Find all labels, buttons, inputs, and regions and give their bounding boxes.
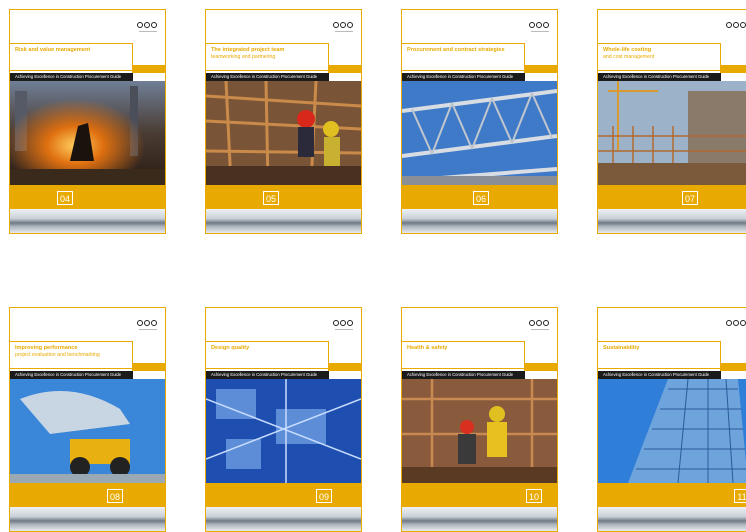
gold-tab	[524, 363, 557, 371]
series-label: Achieving Excellence in Construction Pro…	[10, 371, 133, 379]
series-label: Achieving Excellence in Construction Pro…	[10, 73, 133, 81]
guide-cover-10[interactable]: Health & safety Achieving Excellence in …	[401, 307, 558, 532]
guide-cover-08[interactable]: Improving performance project evaluation…	[9, 307, 166, 532]
cover-subtitle: teamworking and partnering	[211, 53, 276, 60]
title-box: Risk and value management	[10, 43, 133, 71]
gold-band: 05	[206, 185, 361, 209]
guide-cover-07[interactable]: Whole-life costing and cost management A…	[597, 9, 746, 234]
skyline-strip	[10, 209, 165, 233]
title-box: Improving performance project evaluation…	[10, 341, 133, 369]
skyline-strip	[598, 209, 746, 233]
guide-number: 07	[682, 191, 698, 205]
title-box: The integrated project team teamworking …	[206, 43, 329, 71]
gold-tab	[132, 65, 165, 73]
guide-number: 04	[57, 191, 73, 205]
gold-band: 04	[10, 185, 165, 209]
gold-band: 06	[402, 185, 557, 209]
logo-caption	[335, 329, 353, 330]
cover-title: Procurement and contract strategies	[407, 47, 505, 53]
gold-tab	[132, 363, 165, 371]
guide-number: 09	[316, 489, 332, 503]
ogc-logo-icon	[529, 320, 549, 326]
cover-subtitle: project evaluation and benchmarking	[15, 351, 100, 358]
logo-caption	[335, 31, 353, 32]
cover-photo	[10, 81, 165, 185]
ogc-logo-icon	[137, 22, 157, 28]
cover-photo	[206, 379, 361, 483]
gold-tab	[524, 65, 557, 73]
title-box: Sustainability	[598, 341, 721, 369]
cover-photo	[598, 379, 746, 483]
guide-number: 05	[263, 191, 279, 205]
guide-number: 10	[526, 489, 542, 503]
skyline-strip	[10, 507, 165, 531]
skyline-strip	[402, 507, 557, 531]
cover-photo	[10, 379, 165, 483]
title-box: Health & safety	[402, 341, 525, 369]
cover-photo	[402, 379, 557, 483]
series-label: Achieving Excellence in Construction Pro…	[206, 73, 329, 81]
cover-title: Risk and value management	[15, 47, 91, 53]
series-label: Achieving Excellence in Construction Pro…	[598, 371, 721, 379]
cover-photo	[402, 81, 557, 185]
logo-caption	[531, 31, 549, 32]
gold-tab	[328, 363, 361, 371]
cover-subtitle: and cost management	[603, 53, 655, 60]
ogc-logo-icon	[333, 320, 353, 326]
guide-cover-11[interactable]: Sustainability Achieving Excellence in C…	[597, 307, 746, 532]
gold-band: 10	[402, 483, 557, 507]
cover-photo	[598, 81, 746, 185]
skyline-strip	[598, 507, 746, 531]
ogc-logo-icon	[726, 22, 746, 28]
guide-cover-04[interactable]: Risk and value management Achieving Exce…	[9, 9, 166, 234]
guide-number: 08	[107, 489, 123, 503]
series-label: Achieving Excellence in Construction Pro…	[402, 73, 525, 81]
ogc-logo-icon	[529, 22, 549, 28]
cover-photo	[206, 81, 361, 185]
title-box: Procurement and contract strategies	[402, 43, 525, 71]
gold-tab	[720, 65, 746, 73]
gold-band: 09	[206, 483, 361, 507]
guide-number: 11	[734, 489, 746, 503]
title-box: Design quality	[206, 341, 329, 369]
skyline-strip	[206, 507, 361, 531]
guide-cover-05[interactable]: The integrated project team teamworking …	[205, 9, 362, 234]
guide-number: 06	[473, 191, 489, 205]
logo-caption	[139, 329, 157, 330]
ogc-logo-icon	[726, 320, 746, 326]
series-label: Achieving Excellence in Construction Pro…	[598, 73, 721, 81]
guide-cover-06[interactable]: Procurement and contract strategies Achi…	[401, 9, 558, 234]
logo-caption	[531, 329, 549, 330]
gold-band: 07	[598, 185, 746, 209]
cover-title: Design quality	[211, 345, 250, 351]
ogc-logo-icon	[333, 22, 353, 28]
title-box: Whole-life costing and cost management	[598, 43, 721, 71]
ogc-logo-icon	[137, 320, 157, 326]
cover-title: Health & safety	[407, 345, 448, 351]
skyline-strip	[206, 209, 361, 233]
skyline-strip	[402, 209, 557, 233]
gold-band: 08	[10, 483, 165, 507]
gold-tab	[720, 363, 746, 371]
guide-cover-09[interactable]: Design quality Achieving Excellence in C…	[205, 307, 362, 532]
gold-band: 11	[598, 483, 746, 507]
series-label: Achieving Excellence in Construction Pro…	[402, 371, 525, 379]
cover-title: Sustainability	[603, 345, 640, 351]
logo-caption	[139, 31, 157, 32]
gold-tab	[328, 65, 361, 73]
series-label: Achieving Excellence in Construction Pro…	[206, 371, 329, 379]
